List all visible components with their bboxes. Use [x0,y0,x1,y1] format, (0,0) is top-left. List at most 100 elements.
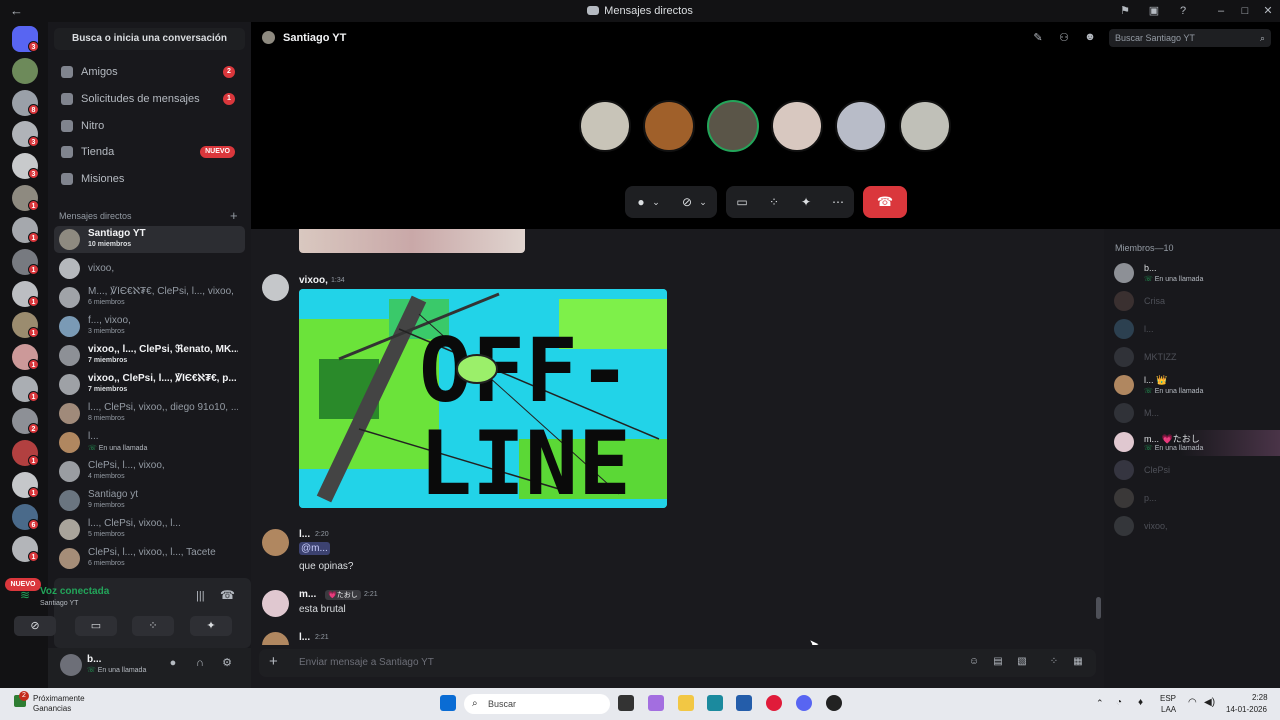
avatar[interactable] [262,529,289,556]
message-author[interactable]: vixoo, [299,275,328,286]
gift-icon[interactable]: ▦ [1071,656,1085,670]
conversation-search-button[interactable]: Busca o inicia una conversación [54,28,245,50]
help-icon[interactable]: ? [1176,4,1190,18]
member-item[interactable]: b... En una llamada [1114,261,1280,287]
chat-scrollbar[interactable] [1096,597,1101,619]
activities-icon[interactable]: ⁘ [760,186,788,218]
noise-suppression-icon[interactable]: ||| [196,590,205,602]
dm-item[interactable]: vixoo, [54,255,245,282]
clock-date[interactable]: 14-01-2026 [1226,705,1267,714]
dm-item[interactable]: M..., ℣ÎЄ€ℵ₮€, ClePsi, l..., vixoo, 6 mi… [54,284,245,311]
member-item[interactable]: l... 👑 En una llamada [1114,373,1280,399]
close-icon[interactable]: ✕ [1261,4,1275,18]
screen-share-icon[interactable]: ▭ [728,186,756,218]
dm-item[interactable]: l... En una llamada [54,429,245,456]
chevron-down-icon[interactable]: ⌄ [647,186,665,218]
wifi-icon[interactable]: ◠ [1188,697,1197,708]
app-icon[interactable] [826,695,842,711]
member-item[interactable]: MKTIZZ [1114,345,1280,371]
avatar[interactable] [60,654,82,676]
dm-item[interactable]: ClePsi, l..., vixoo,, l..., Tacete 6 mie… [54,545,245,572]
edge-icon[interactable] [707,695,723,711]
avatar[interactable] [262,274,289,301]
copilot-icon[interactable] [648,695,664,711]
maximize-icon[interactable]: □ [1238,4,1252,18]
add-friends-icon[interactable]: ⚇ [1057,31,1071,45]
minimize-icon[interactable]: – [1214,4,1228,18]
disconnect-icon[interactable]: ☎ [220,588,235,602]
headphones-icon[interactable]: ∩ [193,656,207,670]
task-view-icon[interactable] [618,695,634,711]
nav-quests[interactable]: Misiones [54,167,245,191]
media-icon[interactable] [766,695,782,711]
input-language[interactable]: ESP [1160,694,1176,703]
member-item[interactable]: m... 💗たおし En una llamada [1114,430,1280,456]
members-icon[interactable]: ☻ [1083,31,1097,45]
microphone-icon[interactable]: ● [166,656,180,670]
avatar[interactable] [262,590,289,617]
participant-avatar[interactable] [899,100,951,152]
add-dm-icon[interactable]: + [230,208,238,223]
message-author[interactable]: l... [299,632,310,643]
apps-icon[interactable]: ⁘ [1047,656,1061,670]
message-input[interactable]: Enviar mensaje a Santiago YT [299,657,434,668]
tray-chevron-icon[interactable]: ⌃ [1096,698,1104,709]
taskbar-search[interactable]: ⌕ Buscar [464,694,610,714]
windows-start-icon[interactable] [440,695,456,711]
avatar[interactable] [262,632,289,645]
dm-item[interactable]: l..., ClePsi, vixoo,, l... 5 miembros [54,516,245,543]
participant-avatar[interactable] [707,100,759,152]
dm-item[interactable]: l..., ClePsi, vixoo,, diego 91o10, ... 8… [54,400,245,427]
member-item[interactable]: l... [1114,317,1280,343]
member-item[interactable]: vixoo, [1114,514,1280,540]
dm-item[interactable]: vixoo,, l..., ClePsi, ℜenato, MK... 7 mi… [54,342,245,369]
nav-shop[interactable]: Tienda NUEVO [54,140,245,164]
gif-icon[interactable]: ▤ [991,656,1005,670]
clock-time[interactable]: 2:28 [1252,693,1268,702]
nav-friends[interactable]: Amigos 2 [54,60,245,84]
dm-item[interactable]: vixoo,, ClePsi, l..., ℣ÎЄ€ℵ₮€, p... 7 mi… [54,371,245,398]
dm-item[interactable]: ClePsi, l..., vixoo, 4 miembros [54,458,245,485]
participant-avatar[interactable] [771,100,823,152]
dm-item[interactable]: Santiago yt 9 miembros [54,487,245,514]
inbox-icon[interactable]: ▣ [1147,4,1161,18]
activities-button[interactable]: ⁘ [132,616,174,636]
tray-icon[interactable]: ◔ [1116,697,1122,708]
pin-icon[interactable]: ✎ [1031,31,1045,45]
search-input[interactable]: Buscar Santiago YT ⌕ [1109,29,1271,47]
message-author[interactable]: m... [299,589,316,600]
participant-avatar[interactable] [579,100,631,152]
discord-icon[interactable] [796,695,812,711]
camera-off-button[interactable]: ⊘ [14,616,56,636]
screen-share-button[interactable]: ▭ [75,616,117,636]
store-icon[interactable] [736,695,752,711]
flag-icon[interactable]: ⚑ [1118,4,1132,18]
participant-avatar[interactable] [835,100,887,152]
dm-item[interactable]: Santiago YT 10 miembros [54,226,245,253]
sticker-icon[interactable]: ▧ [1015,656,1029,670]
member-item[interactable]: M... [1114,401,1280,427]
more-icon[interactable]: ⋯ [824,186,852,218]
offline-image-attachment[interactable]: OFF- LINE [299,289,667,508]
member-item[interactable]: Crisa [1114,289,1280,315]
user-mention[interactable]: @m... [299,542,330,555]
message-author[interactable]: l... [299,529,310,540]
server-icon[interactable] [12,58,38,84]
soundboard-icon[interactable]: ✦ [792,186,820,218]
member-item[interactable]: p... [1114,486,1280,512]
nav-message-requests[interactable]: Solicitudes de mensajes 1 [54,87,245,111]
gift-card-icon[interactable]: ☺ [967,656,981,670]
image-attachment[interactable] [299,229,525,253]
input-layout[interactable]: LAA [1161,705,1176,714]
mic-tray-icon[interactable]: ♦ [1138,697,1143,708]
volume-icon[interactable]: ◀) [1204,697,1215,708]
member-item[interactable]: ClePsi [1114,458,1280,484]
chevron-down-icon[interactable]: ⌄ [694,186,712,218]
participant-avatar[interactable] [643,100,695,152]
dm-item[interactable]: f..., vixoo, 3 miembros [54,313,245,340]
nav-nitro[interactable]: Nitro [54,114,245,138]
hang-up-button[interactable]: ☎ [863,186,907,218]
folder-icon[interactable] [678,695,694,711]
gear-icon[interactable]: ⚙ [220,656,234,670]
add-attachment-icon[interactable]: + [269,653,278,670]
